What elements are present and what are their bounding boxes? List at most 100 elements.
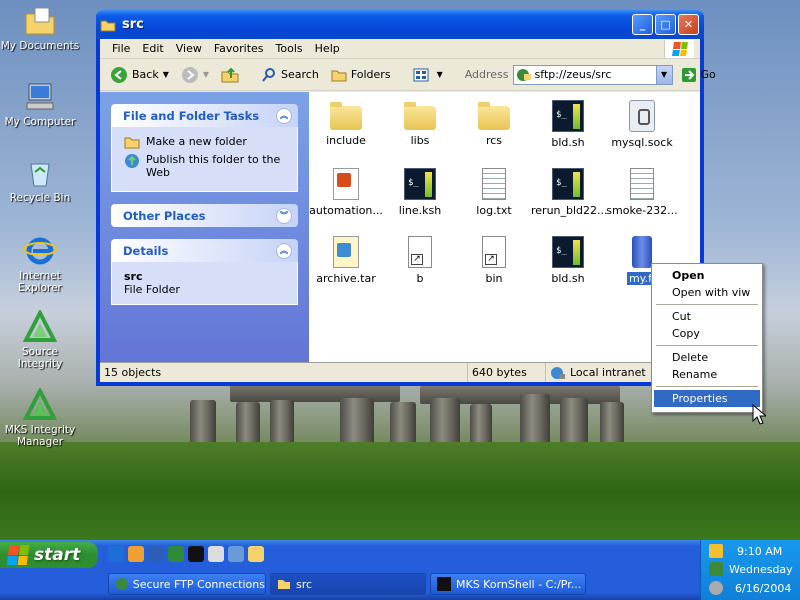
- details-header[interactable]: Details ︽: [111, 239, 298, 262]
- folder-quicklaunch-icon[interactable]: [248, 546, 264, 562]
- taskbar-button-src[interactable]: src: [270, 573, 426, 595]
- file-item[interactable]: b: [383, 236, 457, 285]
- context-menu: Open Open with viw Cut Copy Delete Renam…: [651, 263, 763, 413]
- menu-item-open[interactable]: Open: [654, 267, 760, 284]
- explorer-window: src _ □ ✕ File Edit View Favorites Tools…: [96, 10, 716, 386]
- file-item[interactable]: rerun_bld22...: [531, 168, 608, 217]
- file-item[interactable]: include: [309, 100, 383, 147]
- taskbar-button-secure-ftp[interactable]: Secure FTP Connections: [108, 573, 266, 595]
- file-item[interactable]: bld.sh: [531, 100, 605, 149]
- start-button[interactable]: start: [0, 542, 98, 568]
- collapse-chevron-icon[interactable]: ︽: [276, 107, 292, 124]
- other-places-header[interactable]: Other Places ︾: [111, 204, 298, 227]
- menu-item-properties[interactable]: Properties: [654, 390, 760, 407]
- text-file-icon: [630, 168, 654, 200]
- file-folder-tasks-header[interactable]: File and Folder Tasks ︽: [111, 104, 298, 127]
- desktop-icon-recycle-bin[interactable]: Recycle Bin: [0, 156, 80, 204]
- minimize-icon: _: [639, 18, 646, 31]
- archive-file-icon: [333, 236, 359, 268]
- clock-tray-icon[interactable]: [709, 544, 723, 558]
- status-size: 640 bytes: [468, 363, 546, 382]
- excel-quicklaunch-icon[interactable]: [168, 546, 184, 562]
- search-button[interactable]: Search: [257, 65, 323, 85]
- file-item[interactable]: mysql.sock: [605, 100, 679, 149]
- app-quicklaunch-icon[interactable]: [228, 546, 244, 562]
- back-dropdown-icon[interactable]: ▼: [163, 70, 169, 79]
- shell-script-icon: [552, 168, 584, 200]
- binary-file-icon: [632, 236, 652, 268]
- back-button[interactable]: Back ▼: [106, 64, 173, 86]
- desktop-icon-my-computer[interactable]: My Computer: [0, 80, 80, 128]
- taskbar: start Secure FTP Connections src MKS Kor…: [0, 540, 800, 600]
- make-new-folder-link[interactable]: Make a new folder: [124, 135, 285, 149]
- file-item[interactable]: smoke-232...: [605, 168, 679, 217]
- menu-edit[interactable]: Edit: [136, 42, 169, 55]
- file-folder-tasks-panel: File and Folder Tasks ︽ Make a new folde…: [111, 104, 298, 192]
- internet-explorer-icon: [23, 237, 57, 265]
- sync-tray-icon[interactable]: [709, 581, 723, 595]
- desktop-icon-source-integrity[interactable]: Source Integrity: [0, 310, 80, 370]
- word-quicklaunch-icon[interactable]: [148, 546, 164, 562]
- file-item[interactable]: bin: [457, 236, 531, 285]
- forward-button[interactable]: ▼: [177, 64, 213, 86]
- publish-to-web-link[interactable]: Publish this folder to the Web: [124, 153, 285, 179]
- tool-quicklaunch-icon[interactable]: [208, 546, 224, 562]
- maximize-button[interactable]: □: [655, 14, 676, 35]
- minimize-button[interactable]: _: [632, 14, 653, 35]
- menu-file[interactable]: File: [106, 42, 136, 55]
- menu-item-rename[interactable]: Rename: [654, 366, 760, 383]
- desktop-icon-internet-explorer[interactable]: Internet Explorer: [0, 234, 80, 294]
- socket-file-icon: [629, 100, 655, 132]
- folder-icon: [330, 102, 362, 130]
- sftp-icon: [516, 68, 531, 81]
- task-pane: File and Folder Tasks ︽ Make a new folde…: [100, 92, 309, 362]
- folders-button[interactable]: Folders: [327, 65, 395, 85]
- ie-quicklaunch-icon[interactable]: [108, 546, 124, 562]
- forward-dropdown-icon[interactable]: ▼: [203, 70, 209, 79]
- collapse-chevron-icon[interactable]: ︽: [276, 242, 292, 259]
- file-item[interactable]: log.txt: [457, 168, 531, 217]
- clock-date: 6/16/2004: [735, 581, 792, 595]
- folder-icon: [478, 102, 510, 130]
- toolbar: Back ▼ ▼ Search Folders ▼ Address sftp:/…: [100, 59, 716, 91]
- desktop-icon-my-documents[interactable]: My Documents: [0, 4, 80, 52]
- other-places-panel: Other Places ︾: [111, 204, 298, 227]
- file-list: include libs rcs bld.sh mysql.sock autom…: [309, 92, 700, 362]
- folder-icon: [100, 20, 116, 31]
- expand-chevron-icon[interactable]: ︾: [276, 207, 292, 224]
- window-titlebar[interactable]: src _ □ ✕: [96, 10, 704, 39]
- menu-help[interactable]: Help: [309, 42, 346, 55]
- file-item[interactable]: line.ksh: [383, 168, 457, 217]
- network-tray-icon[interactable]: [709, 562, 723, 576]
- file-item[interactable]: automation...: [309, 168, 383, 217]
- address-dropdown-icon[interactable]: ▼: [655, 65, 672, 84]
- menu-item-open-with[interactable]: Open with viw: [654, 284, 760, 301]
- recycle-bin-icon: [30, 163, 50, 187]
- menu-item-cut[interactable]: Cut: [654, 308, 760, 325]
- file-item[interactable]: libs: [383, 100, 457, 147]
- address-input[interactable]: sftp://zeus/src ▼: [512, 64, 673, 85]
- menu-item-copy[interactable]: Copy: [654, 325, 760, 342]
- shortcut-icon: [408, 236, 432, 268]
- views-icon: [413, 68, 429, 81]
- close-button[interactable]: ✕: [678, 14, 699, 35]
- shell-quicklaunch-icon[interactable]: [188, 546, 204, 562]
- quick-launch: [108, 546, 264, 562]
- status-zone: Local intranet: [546, 363, 646, 382]
- menu-favorites[interactable]: Favorites: [208, 42, 270, 55]
- go-button[interactable]: Go: [677, 65, 720, 85]
- taskbar-button-mks-kornshell[interactable]: MKS KornShell - C:/Pr...: [430, 573, 586, 595]
- menu-view[interactable]: View: [170, 42, 208, 55]
- up-folder-icon: [221, 67, 239, 82]
- desktop-icon-mks-integrity-manager[interactable]: MKS Integrity Manager: [0, 388, 80, 448]
- file-item[interactable]: bld.sh: [531, 236, 605, 285]
- menu-tools[interactable]: Tools: [270, 42, 309, 55]
- file-item[interactable]: rcs: [457, 100, 531, 147]
- outlook-quicklaunch-icon[interactable]: [128, 546, 144, 562]
- file-item[interactable]: archive.tar: [309, 236, 383, 285]
- views-button[interactable]: ▼: [409, 65, 447, 85]
- details-name: src: [124, 270, 143, 283]
- new-folder-icon: [124, 137, 140, 149]
- up-folder-button[interactable]: [217, 64, 243, 86]
- menu-item-delete[interactable]: Delete: [654, 349, 760, 366]
